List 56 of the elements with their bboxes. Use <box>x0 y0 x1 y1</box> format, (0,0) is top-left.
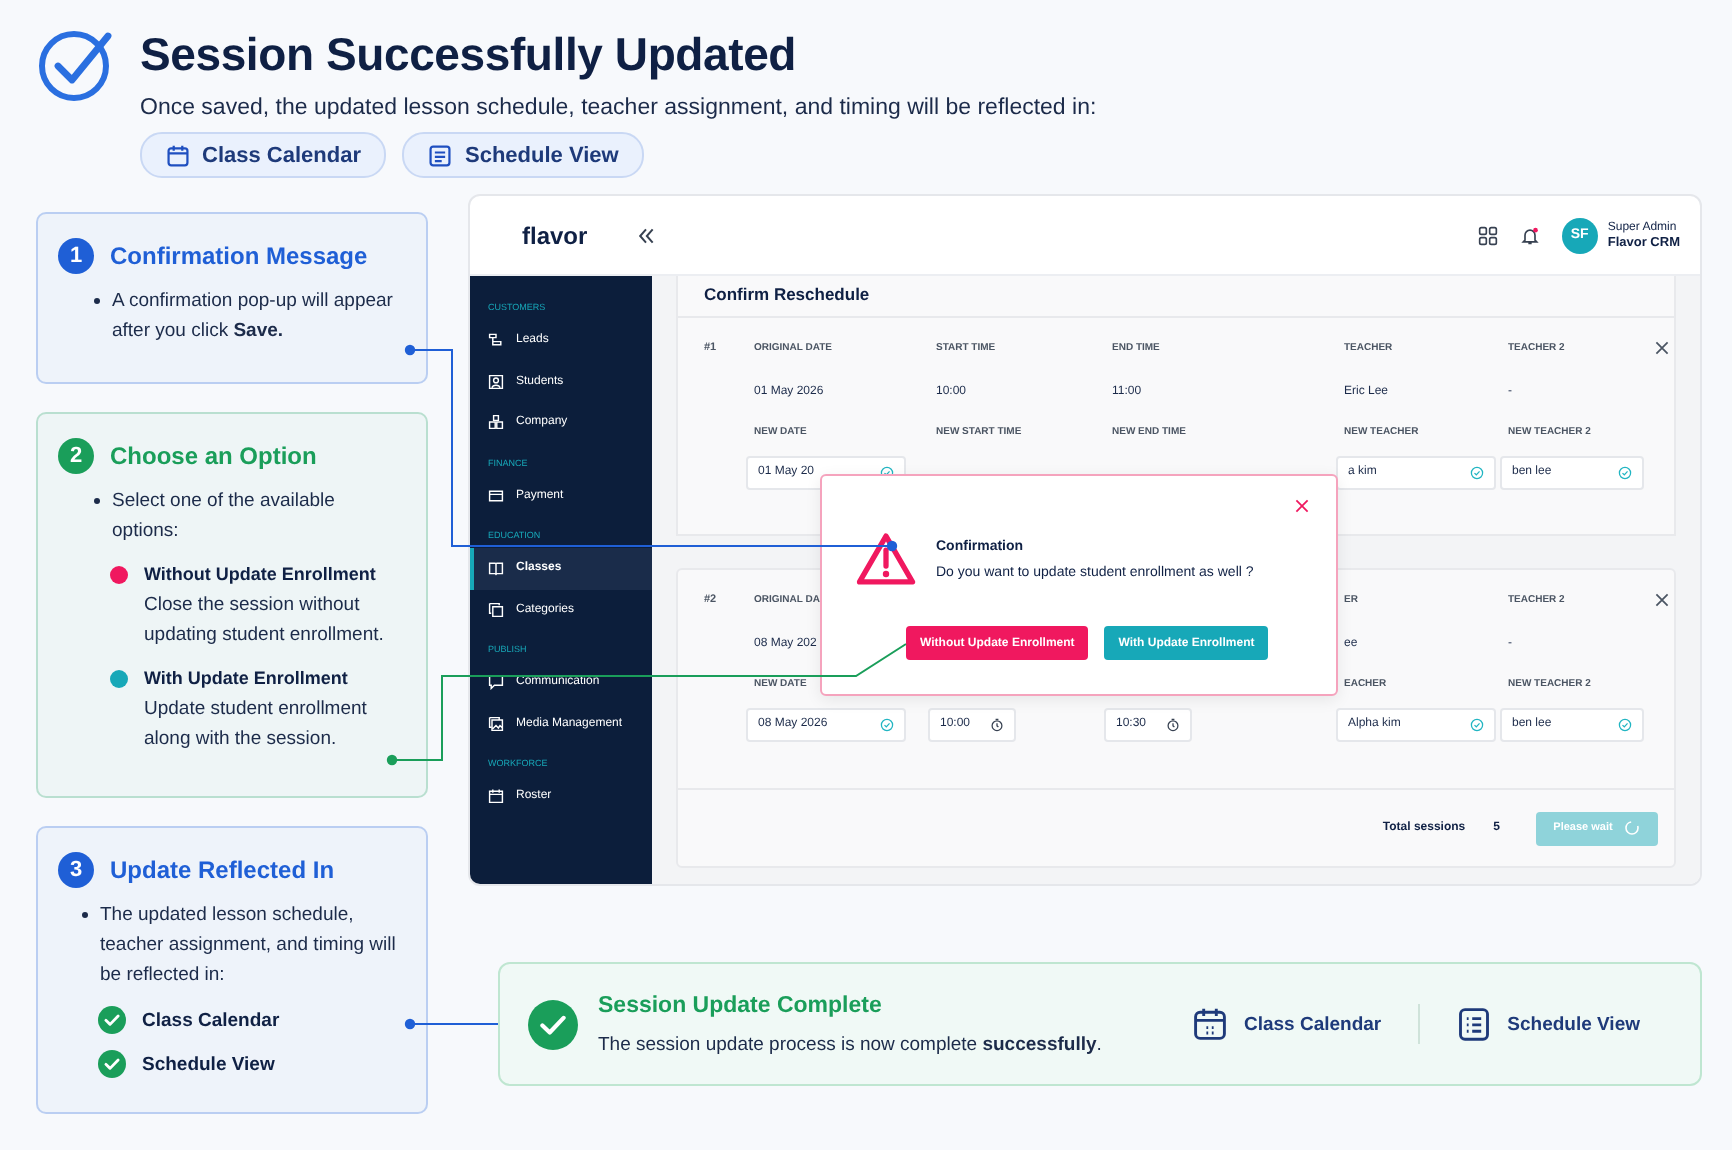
check-circle-icon <box>1470 717 1484 731</box>
check-circle-icon <box>98 1050 126 1078</box>
close-icon[interactable] <box>1653 592 1669 608</box>
link-chip[interactable]: Schedule View <box>402 132 645 178</box>
book-icon <box>488 560 504 577</box>
step-title: Update Reflected In <box>110 856 335 884</box>
option-description: Update student enrollment along with the session. <box>144 696 369 754</box>
step-text: The updated lesson schedule, teacher assignment, and timing will be reflected in: <box>100 902 398 990</box>
step-text: A confirmation pop-up will appear after you click Save. <box>112 288 395 346</box>
check-circle-icon <box>1470 465 1484 479</box>
boxes-icon <box>488 414 504 431</box>
panel-title: Confirm Reschedule <box>678 276 1674 318</box>
check-circle-icon <box>1618 465 1632 479</box>
check-circle-icon <box>880 717 894 731</box>
collapse-icon[interactable] <box>635 225 656 245</box>
step-number: 3 <box>58 852 94 888</box>
step-number: 2 <box>58 438 94 474</box>
warning-icon <box>856 532 916 586</box>
close-icon[interactable] <box>1653 340 1669 356</box>
chat-icon <box>488 674 504 691</box>
step-title: Confirmation Message <box>110 242 368 270</box>
check-circle-icon <box>1618 717 1632 731</box>
grid-icon[interactable] <box>1477 225 1498 245</box>
brand-logo: flavor <box>522 221 588 249</box>
page-subtitle: Once saved, the updated lesson schedule, teacher assignment, and timing will be reflected in: <box>140 96 1097 120</box>
option-description: Close the session without updating student enrollment. <box>144 592 386 650</box>
check-circle-icon <box>528 999 578 1049</box>
close-icon[interactable] <box>1294 498 1310 514</box>
list-icon <box>428 143 453 167</box>
banner-message: The session update process is now complete successfully. <box>598 1033 1102 1055</box>
page-title: Session Successfully Updated <box>140 28 799 82</box>
banner-link[interactable]: Class Calendar <box>1191 1006 1382 1042</box>
calendar-icon <box>1191 1006 1228 1042</box>
id-card-icon <box>488 373 504 390</box>
calendar-icon <box>488 788 504 805</box>
stack-icon <box>488 601 504 618</box>
connector-line <box>404 1018 499 1030</box>
images-icon <box>488 715 504 732</box>
step-title: Choose an Option <box>110 442 317 470</box>
banner-link[interactable]: Schedule View <box>1455 1006 1640 1042</box>
check-label: Class Calendar <box>142 1009 280 1031</box>
link-chip[interactable]: Class Calendar <box>140 132 387 178</box>
clock-icon <box>990 717 1004 731</box>
spinner-icon <box>1624 820 1641 836</box>
list-icon <box>1455 1006 1492 1042</box>
calendar-icon <box>166 143 190 167</box>
option-title: Without Update Enrollment <box>144 562 378 588</box>
card-icon <box>488 487 504 504</box>
option-title: With Update Enrollment <box>144 666 350 692</box>
bell-icon[interactable] <box>1519 225 1540 245</box>
step-number: 1 <box>58 238 94 274</box>
check-circle-icon <box>98 1006 126 1034</box>
clock-icon <box>1166 717 1180 731</box>
check-label: Schedule View <box>142 1053 275 1075</box>
step-text: Select one of the available options: <box>112 488 337 546</box>
banner-title: Session Update Complete <box>598 993 884 1017</box>
